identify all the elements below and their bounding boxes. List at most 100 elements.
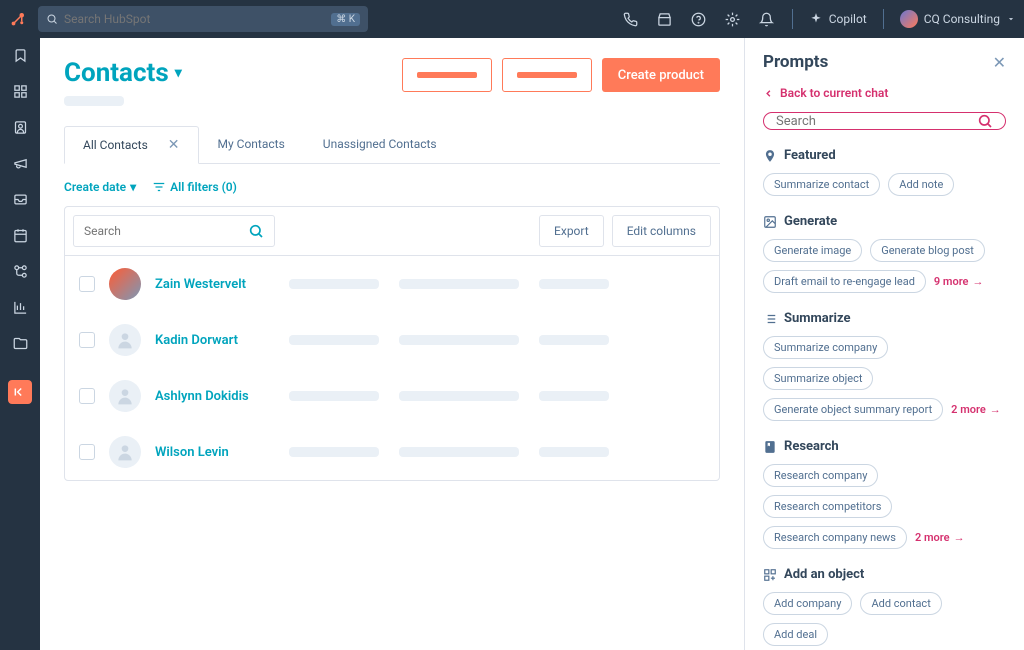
section-header: Research bbox=[763, 439, 1006, 454]
more-link[interactable]: 2 more → bbox=[915, 526, 965, 549]
collapse-sidebar-button[interactable] bbox=[8, 380, 32, 404]
phone-icon[interactable] bbox=[622, 10, 640, 28]
workflow-icon[interactable] bbox=[11, 262, 29, 280]
hubspot-logo bbox=[8, 9, 28, 29]
contact-avatar bbox=[109, 436, 141, 468]
view-tabs: All Contacts ✕ My Contacts Unassigned Co… bbox=[64, 126, 720, 164]
contact-name[interactable]: Zain Westervelt bbox=[155, 277, 275, 292]
main-content: Contacts ▾ Create product All Contacts bbox=[40, 38, 744, 650]
contact-name[interactable]: Kadin Dorwart bbox=[155, 333, 275, 348]
tab-my-contacts[interactable]: My Contacts bbox=[199, 126, 304, 163]
global-search-input[interactable] bbox=[64, 12, 325, 26]
prompt-pill[interactable]: Generate blog post bbox=[870, 239, 985, 262]
folder-icon[interactable] bbox=[11, 334, 29, 352]
grid-icon[interactable] bbox=[11, 82, 29, 100]
subtitle-placeholder bbox=[64, 96, 124, 106]
table-row[interactable]: Zain Westervelt bbox=[65, 256, 719, 312]
tab-all-contacts[interactable]: All Contacts ✕ bbox=[64, 126, 199, 164]
page-title[interactable]: Contacts ▾ bbox=[64, 58, 182, 88]
table-search[interactable] bbox=[73, 215, 275, 247]
table-search-input[interactable] bbox=[84, 224, 240, 238]
prompts-search-input[interactable] bbox=[776, 114, 969, 129]
reports-icon[interactable] bbox=[11, 298, 29, 316]
prompt-pill[interactable]: Generate image bbox=[763, 239, 862, 262]
prompt-pill[interactable]: Add contact bbox=[860, 592, 941, 615]
all-filters-button[interactable]: All filters (0) bbox=[152, 180, 237, 194]
prompt-pill[interactable]: Draft email to re-engage lead bbox=[763, 270, 926, 293]
notifications-icon[interactable] bbox=[758, 10, 776, 28]
prompt-pill[interactable]: Add deal bbox=[763, 623, 828, 646]
account-avatar bbox=[900, 10, 918, 28]
help-icon[interactable] bbox=[690, 10, 708, 28]
search-icon bbox=[46, 13, 58, 25]
table-row[interactable]: Wilson Levin bbox=[65, 424, 719, 480]
outline-button-1[interactable] bbox=[402, 58, 492, 92]
global-search[interactable]: ⌘ K bbox=[38, 6, 368, 32]
bookmark-icon[interactable] bbox=[11, 46, 29, 64]
prompt-section: Featured Summarize contact Add note bbox=[763, 148, 1006, 196]
prompt-pill[interactable]: Generate object summary report bbox=[763, 398, 943, 421]
tab-unassigned-contacts[interactable]: Unassigned Contacts bbox=[304, 126, 456, 163]
row-checkbox[interactable] bbox=[79, 388, 95, 404]
prompt-section: Research Research company Research competi… bbox=[763, 439, 1006, 549]
inbox-icon[interactable] bbox=[11, 190, 29, 208]
prompt-pill[interactable]: Add note bbox=[888, 173, 954, 196]
edit-columns-button[interactable]: Edit columns bbox=[612, 215, 711, 247]
contact-avatar bbox=[109, 380, 141, 412]
chevron-down-icon: ▾ bbox=[130, 180, 136, 194]
marketplace-icon[interactable] bbox=[656, 10, 674, 28]
panel-title: Prompts bbox=[763, 52, 828, 72]
chevron-down-icon bbox=[1006, 14, 1016, 24]
outline-button-2[interactable] bbox=[502, 58, 592, 92]
search-icon bbox=[248, 223, 264, 239]
chevron-left-icon bbox=[763, 88, 774, 99]
contact-avatar bbox=[109, 268, 141, 300]
chevron-down-icon: ▾ bbox=[175, 65, 182, 81]
account-menu[interactable]: CQ Consulting bbox=[900, 10, 1016, 28]
section-header: Featured bbox=[763, 148, 1006, 163]
contacts-table: Export Edit columns Zain Westervelt Kadi… bbox=[64, 206, 720, 481]
export-button[interactable]: Export bbox=[539, 215, 604, 247]
section-header: Generate bbox=[763, 214, 1006, 229]
prompts-panel: Prompts ✕ Back to current chat Featured S… bbox=[744, 38, 1024, 650]
topbar: ⌘ K Copilot CQ Consulting bbox=[0, 0, 1024, 38]
create-product-button[interactable]: Create product bbox=[602, 58, 720, 92]
section-header: Summarize bbox=[763, 311, 1006, 326]
search-kbd-hint: ⌘ K bbox=[331, 13, 360, 26]
prompt-pill[interactable]: Research company news bbox=[763, 526, 907, 549]
calendar-icon[interactable] bbox=[11, 226, 29, 244]
settings-icon[interactable] bbox=[724, 10, 742, 28]
more-link[interactable]: 9 more → bbox=[934, 270, 984, 293]
prompt-pill[interactable]: Summarize contact bbox=[763, 173, 880, 196]
copilot-button[interactable]: Copilot bbox=[809, 12, 867, 26]
row-checkbox[interactable] bbox=[79, 276, 95, 292]
contact-name[interactable]: Wilson Levin bbox=[155, 445, 275, 460]
prompt-pill[interactable]: Summarize object bbox=[763, 367, 873, 390]
filter-icon bbox=[152, 180, 166, 194]
section-header: Add an object bbox=[763, 567, 1006, 582]
row-checkbox[interactable] bbox=[79, 444, 95, 460]
prompt-pill[interactable]: Research competitors bbox=[763, 495, 892, 518]
prompt-pill[interactable]: Add company bbox=[763, 592, 852, 615]
table-row[interactable]: Ashlynn Dokidis bbox=[65, 368, 719, 424]
prompt-section: Generate Generate image Generate blog post… bbox=[763, 214, 1006, 293]
sparkle-icon bbox=[809, 12, 823, 26]
prompt-pill[interactable]: Summarize company bbox=[763, 336, 888, 359]
contact-name[interactable]: Ashlynn Dokidis bbox=[155, 389, 275, 404]
row-checkbox[interactable] bbox=[79, 332, 95, 348]
prompt-section: Add an object Add company Add contact Add d… bbox=[763, 567, 1006, 650]
contact-avatar bbox=[109, 324, 141, 356]
close-panel-button[interactable]: ✕ bbox=[993, 53, 1006, 72]
prompt-pill[interactable]: Research company bbox=[763, 464, 878, 487]
sidebar bbox=[0, 38, 40, 650]
create-date-filter[interactable]: Create date ▾ bbox=[64, 180, 136, 194]
prompt-section: Summarize Summarize company Summarize obje… bbox=[763, 311, 1006, 421]
search-icon bbox=[977, 113, 993, 129]
prompts-search[interactable] bbox=[763, 112, 1006, 130]
back-to-chat-link[interactable]: Back to current chat bbox=[763, 86, 1006, 100]
megaphone-icon[interactable] bbox=[11, 154, 29, 172]
table-row[interactable]: Kadin Dorwart bbox=[65, 312, 719, 368]
contact-icon[interactable] bbox=[11, 118, 29, 136]
close-icon[interactable]: ✕ bbox=[168, 137, 180, 153]
more-link[interactable]: 2 more → bbox=[951, 398, 1001, 421]
